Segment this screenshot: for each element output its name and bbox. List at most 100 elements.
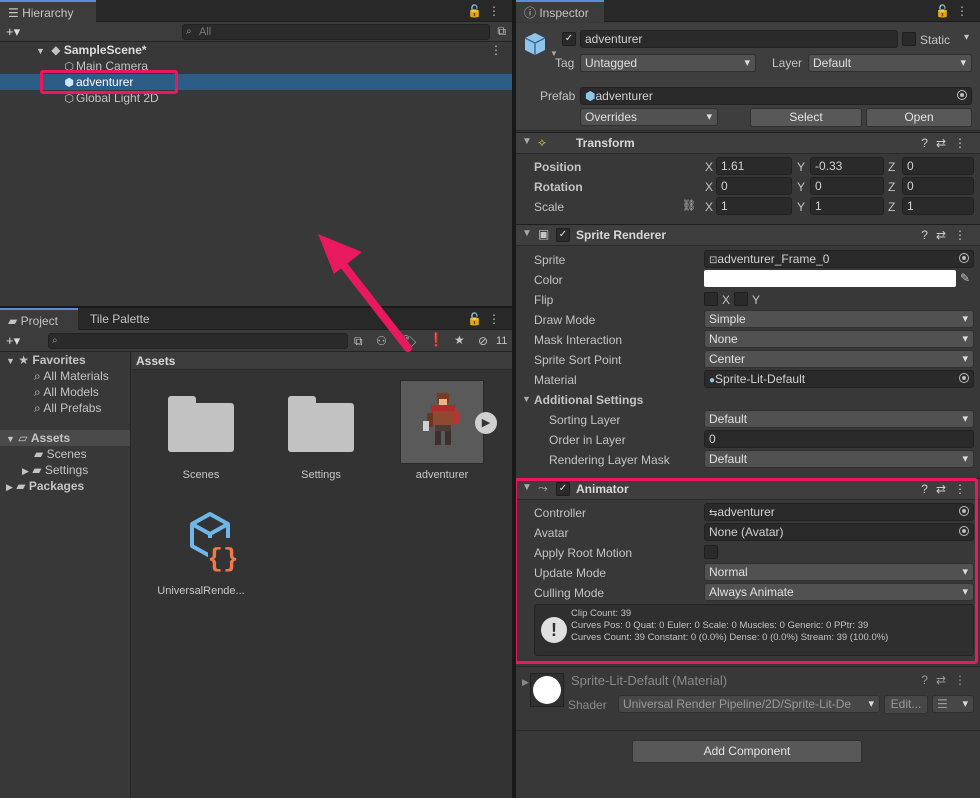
object-picker-icon[interactable] <box>957 90 967 100</box>
open-button[interactable]: Open <box>866 108 972 127</box>
warning-icon[interactable]: ❗ <box>428 332 444 348</box>
active-checkbox[interactable]: ✓ <box>562 32 576 46</box>
project-search-input[interactable]: ⌕ <box>48 333 348 349</box>
scale-y-input[interactable]: 1 <box>810 197 884 215</box>
sprite-sort-point-dropdown[interactable]: Center <box>704 350 974 368</box>
tab-project[interactable]: ▰ Project <box>0 308 78 330</box>
order-in-layer-input[interactable]: 0 <box>704 430 974 448</box>
draw-mode-dropdown[interactable]: Simple <box>704 310 974 328</box>
fold-arrow-icon[interactable]: ▶ <box>522 677 529 688</box>
color-swatch[interactable] <box>704 270 956 287</box>
constrain-proportions-icon[interactable]: ⛓ <box>682 199 696 212</box>
material-title: Sprite-Lit-Default (Material) <box>571 673 728 688</box>
position-z-input[interactable]: 0 <box>902 157 974 175</box>
search-icon: ⌕ <box>186 26 192 37</box>
prefab-field[interactable]: ⬢adventurer <box>580 87 972 105</box>
color-label: Color <box>534 273 563 287</box>
component-menu-icons[interactable]: ?⇄⋮ <box>921 136 974 150</box>
fold-arrow-icon[interactable]: ▶ <box>22 466 29 476</box>
folder-scenes-icon[interactable] <box>168 396 234 452</box>
flip-x-checkbox[interactable] <box>704 292 718 306</box>
overrides-dropdown[interactable]: Overrides <box>580 108 718 126</box>
adventurer-sprite-thumbnail[interactable] <box>400 380 484 464</box>
search-icon: ⌕ <box>52 335 58 346</box>
select-button[interactable]: Select <box>750 108 862 127</box>
rotation-y-input[interactable]: 0 <box>810 177 884 195</box>
highlight-box-hierarchy <box>40 70 178 94</box>
layer-label: Layer <box>772 56 803 70</box>
highlight-box-animator <box>516 478 978 664</box>
favorite-star-icon[interactable]: ★ <box>454 333 465 347</box>
create-button[interactable]: +▾ <box>6 24 20 40</box>
scene-row[interactable]: ▼ ◆ SampleScene* ⋮ <box>0 42 512 58</box>
hidden-count: 11 <box>496 335 508 347</box>
transform-header[interactable]: ▼ ⟡ Transform ?⇄⋮ <box>516 132 980 154</box>
hidden-eye-icon[interactable]: ⊘ <box>478 334 488 348</box>
layer-dropdown[interactable]: Default <box>808 54 972 72</box>
sidebar-item-scenes[interactable]: ▰ Scenes <box>0 446 130 462</box>
flip-y-checkbox[interactable] <box>734 292 748 306</box>
eyedropper-icon[interactable]: ✎ <box>960 271 970 285</box>
rotation-x-input[interactable]: 0 <box>716 177 792 195</box>
search-filter-icon[interactable]: ⧉ <box>497 24 506 39</box>
sidebar-item-settings[interactable]: ▶ ▰ Settings <box>0 462 130 478</box>
info-icon: ⓘ <box>524 6 540 20</box>
component-menu-icons[interactable]: ?⇄⋮ <box>921 673 974 687</box>
tag-dropdown[interactable]: Untagged <box>580 54 756 72</box>
sidebar-assets[interactable]: ▼ ▱ Assets <box>0 430 130 446</box>
fold-arrow-icon[interactable]: ▼ <box>522 228 532 239</box>
shader-options-dropdown[interactable]: ☰ <box>932 695 974 713</box>
position-y-input[interactable]: -0.33 <box>810 157 884 175</box>
tab-inspector[interactable]: ⓘ Inspector <box>516 0 604 22</box>
tab-tile-palette[interactable]: Tile Palette <box>82 308 158 330</box>
static-checkbox[interactable] <box>902 32 916 46</box>
scale-x-input[interactable]: 1 <box>716 197 792 215</box>
rotation-z-input[interactable]: 0 <box>902 177 974 195</box>
component-menu-icons[interactable]: ?⇄⋮ <box>921 228 974 242</box>
mask-interaction-dropdown[interactable]: None <box>704 330 974 348</box>
folder-settings-icon[interactable] <box>288 396 354 452</box>
prefab-cube-icon: ⬢ <box>585 89 596 103</box>
scene-menu-icon[interactable]: ⋮ <box>490 42 502 58</box>
sidebar-packages[interactable]: ▶ ▰ Packages <box>0 478 130 494</box>
play-circle-icon[interactable]: ▶ <box>475 412 497 434</box>
shader-dropdown[interactable]: Universal Render Pipeline/2D/Sprite-Lit-… <box>618 695 880 713</box>
object-picker-icon[interactable] <box>959 373 969 383</box>
fold-arrow-icon[interactable]: ▶ <box>6 482 13 492</box>
type-filter-icon[interactable]: ⚇ <box>376 334 387 348</box>
sidebar-item-all-models[interactable]: ⌕ All Models <box>0 384 130 400</box>
flip-label: Flip <box>534 293 554 307</box>
fold-arrow-icon[interactable]: ▼ <box>522 394 531 404</box>
fold-arrow-icon[interactable]: ▼ <box>6 434 15 444</box>
add-component-button[interactable]: Add Component <box>632 740 862 763</box>
object-name-input[interactable]: adventurer <box>580 30 898 48</box>
panel-menu-icons[interactable]: 🔓⋮ <box>467 4 506 18</box>
shader-edit-button[interactable]: Edit... <box>884 695 928 714</box>
sorting-layer-dropdown[interactable]: Default <box>704 410 974 428</box>
material-field[interactable]: ●Sprite-Lit-Default <box>704 370 974 388</box>
rendering-layer-mask-dropdown[interactable]: Default <box>704 450 974 468</box>
fold-arrow-icon[interactable]: ▼ <box>36 46 45 56</box>
sidebar-favorites[interactable]: ▼ ★ Favorites <box>0 352 130 368</box>
hierarchy-search-input[interactable]: ⌕ All <box>182 24 490 40</box>
fold-arrow-icon[interactable]: ▼ <box>522 136 532 147</box>
sidebar-item-all-materials[interactable]: ⌕ All Materials <box>0 368 130 384</box>
sprite-renderer-enabled-checkbox[interactable]: ✓ <box>556 228 570 242</box>
position-x-input[interactable]: 1.61 <box>716 157 792 175</box>
create-button[interactable]: +▾ <box>6 333 20 349</box>
fold-arrow-icon[interactable]: ▼ <box>6 356 15 366</box>
tab-hierarchy[interactable]: ☰ Hierarchy <box>0 0 96 22</box>
sprite-field[interactable]: ⊡adventurer_Frame_0 <box>704 250 974 268</box>
sidebar-item-all-prefabs[interactable]: ⌕ All Prefabs <box>0 400 130 416</box>
label-filter-icon[interactable]: 🏷 <box>402 334 417 348</box>
search-filter-icon[interactable]: ⧉ <box>354 334 363 349</box>
sprite-renderer-header[interactable]: ▼ ▣ ✓ Sprite Renderer ?⇄⋮ <box>516 224 980 246</box>
object-picker-icon[interactable] <box>959 253 969 263</box>
panel-menu-icons[interactable]: 🔓⋮ <box>935 4 974 18</box>
scale-z-input[interactable]: 1 <box>902 197 974 215</box>
transform-icon: ⟡ <box>538 135 546 149</box>
additional-settings-label[interactable]: Additional Settings <box>534 393 643 407</box>
panel-menu-icons[interactable]: 🔓⋮ <box>467 312 506 326</box>
static-dropdown-icon[interactable]: ▾ <box>964 32 969 43</box>
urp-asset-icon[interactable]: {} <box>168 510 248 590</box>
